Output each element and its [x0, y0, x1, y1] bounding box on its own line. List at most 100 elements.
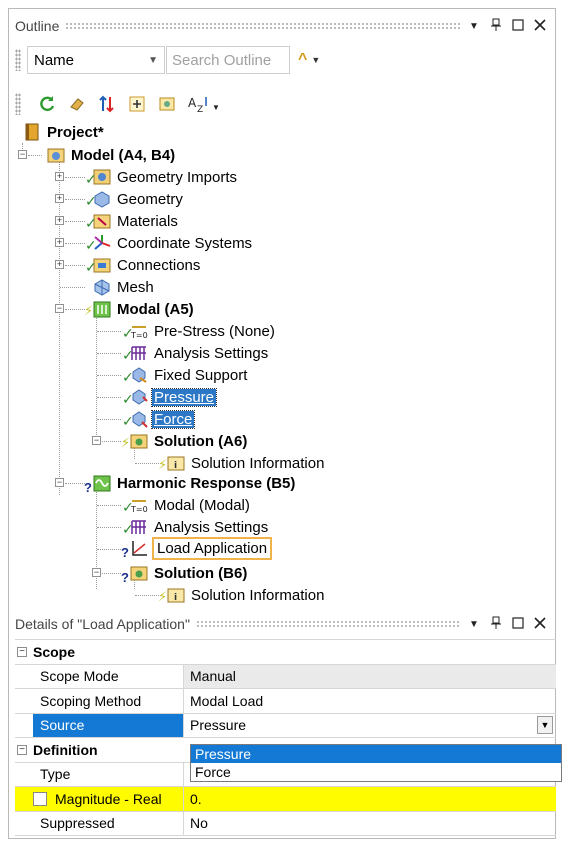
- tree-node-fixed-support[interactable]: ✓ Fixed Support: [122, 364, 249, 386]
- magnitude-input[interactable]: 0.: [184, 787, 556, 811]
- property-value[interactable]: No: [184, 812, 556, 836]
- property-scope-mode[interactable]: Scope Mode Manual: [15, 664, 556, 689]
- search-previous-icon[interactable]: ^: [298, 51, 307, 69]
- title-grip[interactable]: [65, 22, 461, 30]
- tree-node-coordinate-systems[interactable]: ✓ Coordinate Systems: [85, 232, 254, 254]
- lightning-icon: ⚡: [84, 303, 94, 318]
- refresh-icon[interactable]: [37, 94, 57, 114]
- tree-node-solution-b6[interactable]: ? Solution (B6): [121, 562, 249, 586]
- tree-label: Solution (A6): [154, 432, 248, 450]
- tree-node-connections[interactable]: ✓ Connections: [85, 254, 202, 276]
- toolbar-grip[interactable]: [15, 93, 21, 115]
- close-icon[interactable]: [533, 616, 547, 632]
- pre-stress-icon: ✓ T=0: [122, 496, 148, 515]
- property-suppressed[interactable]: Suppressed No: [15, 811, 556, 836]
- property-key: Source: [33, 713, 184, 737]
- expand-toggle[interactable]: +: [55, 194, 64, 203]
- collapse-toggle[interactable]: −: [17, 744, 27, 755]
- tree-node-geometry-imports[interactable]: ✓ Geometry Imports: [85, 166, 239, 188]
- collapse-toggle[interactable]: −: [55, 304, 64, 313]
- tree-node-geometry[interactable]: ✓ Geometry: [85, 188, 185, 210]
- tree-node-load-application[interactable]: ? Load Application: [121, 536, 273, 560]
- check-icon: ✓: [85, 193, 97, 209]
- tree-label: Harmonic Response (B5): [117, 474, 296, 492]
- property-scoping-method[interactable]: Scoping Method Modal Load: [15, 689, 556, 714]
- tree-label: Model (A4, B4): [71, 146, 176, 164]
- tree-node-analysis-settings[interactable]: ✓ Analysis Settings: [122, 342, 270, 364]
- maximize-icon[interactable]: [511, 616, 525, 632]
- property-value[interactable]: Modal Load: [184, 689, 556, 713]
- eraser-icon[interactable]: [67, 94, 87, 114]
- collapse-toggle[interactable]: −: [92, 436, 101, 445]
- pre-stress-icon: ✓ T=0: [122, 322, 148, 341]
- modal-analysis-icon: ⚡: [84, 300, 111, 318]
- tree-node-harmonic-response[interactable]: ? Harmonic Response (B5): [84, 472, 297, 496]
- title-grip[interactable]: [195, 620, 461, 628]
- section-scope[interactable]: − Scope: [15, 640, 556, 665]
- dropdown-option-force[interactable]: Force: [191, 763, 561, 781]
- property-source[interactable]: Source Pressure ▼: [15, 713, 556, 738]
- expand-toggle[interactable]: +: [55, 172, 64, 181]
- check-icon: ✓: [122, 369, 134, 385]
- tree-node-model[interactable]: Model (A4, B4): [47, 144, 177, 166]
- maximize-icon[interactable]: [511, 18, 525, 34]
- tree-node-force[interactable]: ✓ Force: [122, 408, 196, 430]
- panel-menu-icon[interactable]: ▼: [467, 21, 481, 32]
- tree-node-pre-stress[interactable]: ✓ T=0 Pre-Stress (None): [122, 320, 277, 342]
- tree-label: Solution (B6): [154, 564, 248, 582]
- check-icon: ✓: [85, 171, 97, 187]
- property-key: Magnitude - Real: [55, 790, 162, 807]
- collapse-toggle[interactable]: −: [55, 478, 64, 487]
- panel-menu-icon[interactable]: ▼: [467, 619, 481, 630]
- check-icon: ✓: [122, 391, 134, 407]
- tree-label: Load Application: [152, 536, 273, 560]
- tree-label: Solution Information: [191, 454, 325, 472]
- chevron-down-icon[interactable]: ▼: [537, 716, 553, 735]
- name-filter-select[interactable]: Name ▼: [27, 46, 165, 74]
- property-magnitude-real[interactable]: Magnitude - Real 0.: [15, 787, 556, 812]
- collapse-toggle[interactable]: −: [18, 150, 27, 159]
- sort-alpha-icon[interactable]: A Z ▼: [187, 94, 221, 114]
- pin-icon[interactable]: [489, 616, 503, 633]
- tree-node-project[interactable]: Project*: [23, 121, 106, 143]
- parameter-checkbox[interactable]: [33, 791, 47, 806]
- coordinate-systems-icon: ✓: [85, 234, 111, 253]
- check-icon: ✓: [122, 413, 134, 429]
- analysis-settings-icon: ✓: [122, 518, 148, 537]
- source-select[interactable]: Pressure ▼: [184, 714, 556, 738]
- project-book-icon: [23, 123, 41, 141]
- tree-label: Analysis Settings: [154, 344, 269, 362]
- tree-label: Coordinate Systems: [117, 234, 253, 252]
- tree-node-modal[interactable]: ⚡ Modal (A5): [84, 298, 196, 320]
- pin-icon[interactable]: [489, 18, 503, 35]
- collapse-toggle[interactable]: −: [17, 646, 27, 657]
- close-icon[interactable]: [533, 18, 547, 34]
- tree-node-modal-initial-conditions[interactable]: ✓ T=0 Modal (Modal): [122, 494, 252, 516]
- tree-label: Modal (A5): [117, 300, 194, 318]
- search-outline-input[interactable]: [166, 46, 290, 74]
- expand-toggle[interactable]: +: [55, 260, 64, 269]
- expand-toggle[interactable]: +: [55, 238, 64, 247]
- name-select-value: Name: [34, 51, 75, 69]
- tree-node-solution-information[interactable]: ⚡ i Solution Information: [158, 584, 326, 606]
- collapse-environment-icon[interactable]: [157, 94, 177, 114]
- outline-title: Outline: [15, 18, 60, 34]
- expand-toggle[interactable]: +: [55, 216, 64, 225]
- tree-node-materials[interactable]: ✓ Materials: [85, 210, 180, 232]
- toolbar-grip[interactable]: [15, 49, 21, 71]
- dropdown-option-pressure[interactable]: Pressure: [191, 745, 561, 763]
- tree-node-pressure[interactable]: ✓ Pressure: [122, 386, 218, 408]
- tree-node-analysis-settings[interactable]: ✓ Analysis Settings: [122, 516, 270, 538]
- check-icon: ✓: [85, 259, 97, 275]
- collapse-toggle[interactable]: −: [92, 568, 101, 577]
- tree-label: Mesh: [117, 278, 154, 296]
- svg-text:Z: Z: [197, 105, 203, 114]
- tree-node-solution-information[interactable]: ⚡ i Solution Information: [158, 452, 326, 474]
- outline-toolbar: A Z ▼: [15, 89, 221, 119]
- expand-all-icon[interactable]: [127, 94, 147, 114]
- tree-node-solution-a6[interactable]: ⚡ Solution (A6): [121, 430, 249, 452]
- search-options-icon[interactable]: ▼: [311, 55, 320, 65]
- svg-text:A: A: [188, 96, 197, 110]
- sort-arrows-icon[interactable]: [97, 94, 117, 114]
- tree-node-mesh[interactable]: Mesh: [93, 276, 156, 298]
